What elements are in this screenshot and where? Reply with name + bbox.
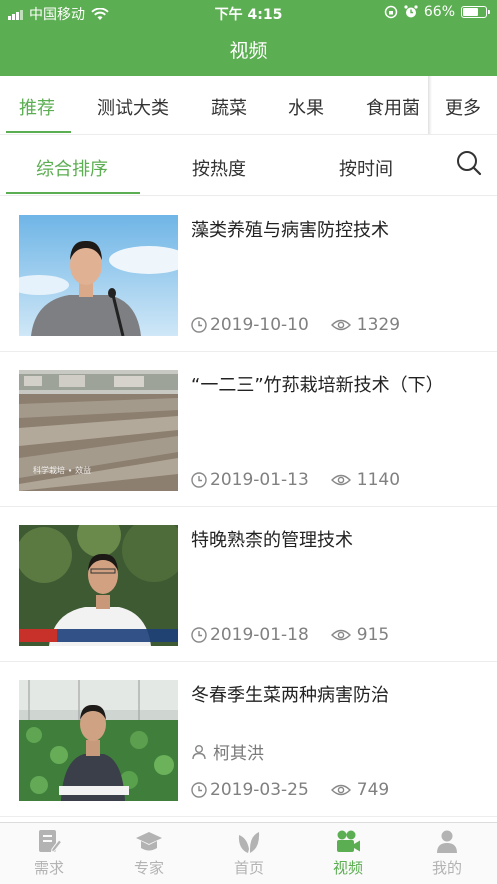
video-thumbnail xyxy=(19,525,178,646)
tab-video[interactable]: 视频 xyxy=(308,829,388,878)
video-views: 749 xyxy=(356,780,390,800)
tab-label: 我的 xyxy=(431,859,462,877)
sort-tab-time[interactable]: 按时间 xyxy=(339,155,393,181)
video-thumbnail xyxy=(19,680,178,801)
video-title: “一二三”竹荪栽培新技术（下） xyxy=(191,375,444,396)
video-meta: 2019-01-18 915 xyxy=(191,625,389,645)
alarm-icon xyxy=(404,5,418,18)
video-views: 1140 xyxy=(356,470,401,490)
sort-tab-popularity[interactable]: 按热度 xyxy=(192,155,246,181)
video-date: 2019-03-25 xyxy=(210,780,309,800)
video-title: 冬春季生菜两种病害防治 xyxy=(191,685,389,706)
tab-label: 需求 xyxy=(33,859,64,877)
video-title: 特晚熟柰的管理技术 xyxy=(191,530,353,551)
video-thumbnail xyxy=(19,215,178,336)
clock-icon xyxy=(191,317,207,333)
video-views: 1329 xyxy=(356,315,401,335)
battery-percent: 66% xyxy=(423,4,455,20)
person-icon xyxy=(192,744,206,759)
category-active-indicator xyxy=(6,131,71,133)
eye-icon xyxy=(330,629,351,641)
tab-expert[interactable]: 专家 xyxy=(109,829,189,878)
video-author: 柯其洪 xyxy=(191,739,264,764)
tab-home[interactable]: 首页 xyxy=(209,829,289,878)
video-camera-icon xyxy=(337,830,360,852)
clock-icon xyxy=(191,472,207,488)
video-date: 2019-01-13 xyxy=(210,470,309,490)
sort-tab-overall[interactable]: 综合排序 xyxy=(36,155,108,181)
svg-text:科学栽培 ∙ 效益: 科学栽培 ∙ 效益 xyxy=(33,465,91,475)
video-date: 2019-10-10 xyxy=(210,315,309,335)
video-title: 藻类养殖与病害防控技术 xyxy=(191,220,389,241)
category-tab-mushroom[interactable]: 食用菌 xyxy=(366,94,420,120)
video-views: 915 xyxy=(356,625,390,645)
category-tab-test[interactable]: 测试大类 xyxy=(97,94,169,120)
clock-icon xyxy=(191,782,207,798)
battery-icon xyxy=(461,6,490,18)
video-item[interactable]: 特晚熟柰的管理技术 2019-01-18 915 xyxy=(0,506,497,662)
top-bar: 中国移动 下午 4:15 66% 视频 xyxy=(0,0,497,76)
search-icon[interactable] xyxy=(455,149,483,177)
graduation-cap-icon xyxy=(136,832,162,851)
document-edit-icon xyxy=(39,830,63,853)
leaf-icon xyxy=(238,832,260,853)
clock-icon xyxy=(191,627,207,643)
eye-icon xyxy=(330,474,351,486)
video-meta: 2019-03-25 749 xyxy=(191,780,389,800)
status-bar: 中国移动 下午 4:15 66% xyxy=(0,0,497,26)
video-item[interactable]: 科学栽培 ∙ 效益 “一二三”竹荪栽培新技术（下） 2019-01-13 114… xyxy=(0,351,497,507)
video-meta: 2019-10-10 1329 xyxy=(191,315,400,335)
tab-label: 专家 xyxy=(133,859,164,877)
category-tab-vegetables[interactable]: 蔬菜 xyxy=(211,94,247,120)
video-item[interactable]: 冬春季生菜两种病害防治 柯其洪 2019-03-25 749 xyxy=(0,661,497,817)
video-author-name: 柯其洪 xyxy=(213,744,264,764)
category-tab-fruit[interactable]: 水果 xyxy=(288,94,324,120)
category-tab-recommend[interactable]: 推荐 xyxy=(19,94,55,120)
video-item[interactable]: 藻类养殖与病害防控技术 2019-10-10 1329 xyxy=(0,196,497,352)
tab-label: 首页 xyxy=(233,859,264,877)
tab-demand[interactable]: 需求 xyxy=(9,829,89,878)
eye-icon xyxy=(330,784,351,796)
rotation-lock-icon xyxy=(384,5,398,19)
eye-icon xyxy=(330,319,351,331)
category-more-button[interactable]: 更多 xyxy=(445,94,481,120)
category-tabs: 推荐 测试大类 蔬菜 水果 食用菌 更多 xyxy=(0,76,497,135)
sort-active-indicator xyxy=(6,192,140,194)
tab-mine[interactable]: 我的 xyxy=(407,829,487,878)
tab-label: 视频 xyxy=(332,859,363,877)
page-title: 视频 xyxy=(229,40,268,62)
sort-tabs: 综合排序 按热度 按时间 xyxy=(0,135,497,196)
user-icon xyxy=(437,830,457,853)
bottom-tab-bar: 需求 专家 首页 视频 我的 xyxy=(0,822,497,884)
video-meta: 2019-01-13 1140 xyxy=(191,470,400,490)
video-thumbnail: 科学栽培 ∙ 效益 xyxy=(19,370,178,491)
more-divider xyxy=(428,76,432,134)
video-date: 2019-01-18 xyxy=(210,625,309,645)
